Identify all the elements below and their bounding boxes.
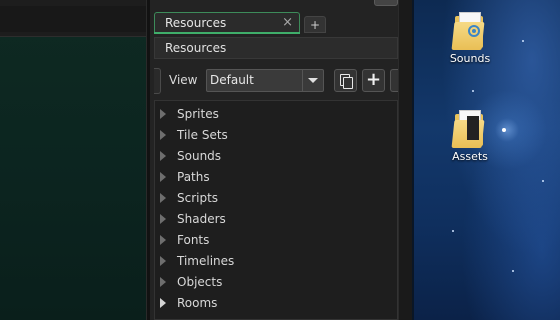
expand-arrow-icon[interactable] bbox=[160, 214, 166, 224]
tree-item-sounds[interactable]: Sounds bbox=[155, 146, 395, 167]
tree-item-label: Rooms bbox=[177, 296, 218, 310]
desktop-edge bbox=[412, 0, 414, 320]
tab-close-icon[interactable]: × bbox=[282, 15, 293, 30]
tree-item-label: Paths bbox=[177, 170, 210, 184]
folder-document-icon bbox=[451, 110, 487, 148]
desktop-icon-label: Assets bbox=[452, 150, 488, 163]
star-sparkle bbox=[512, 270, 514, 272]
resources-toolbar: View Default + bbox=[154, 66, 398, 96]
tree-item-objects[interactable]: Objects bbox=[155, 272, 395, 293]
tab-active-indicator bbox=[154, 32, 300, 34]
tree-item-label: Sprites bbox=[177, 107, 219, 121]
expand-arrow-icon[interactable] bbox=[160, 256, 166, 266]
star-sparkle bbox=[542, 180, 544, 182]
tree-item-shaders[interactable]: Shaders bbox=[155, 209, 395, 230]
tree-item-label: Fonts bbox=[177, 233, 210, 247]
tree-item-label: Tile Sets bbox=[177, 128, 228, 142]
expand-arrow-icon[interactable] bbox=[160, 151, 166, 161]
desktop-icon-sounds[interactable]: Sounds bbox=[435, 12, 505, 65]
resources-panel: Resources × + Resources View Default + S… bbox=[150, 0, 398, 320]
tab-resources-label: Resources bbox=[165, 16, 227, 30]
tree-item-label: Scripts bbox=[177, 191, 219, 205]
view-label: View bbox=[169, 73, 198, 87]
view-select-value: Default bbox=[210, 73, 254, 87]
expand-arrow-icon[interactable] bbox=[160, 193, 166, 203]
star-sparkle bbox=[522, 40, 524, 42]
expand-arrow-icon[interactable] bbox=[160, 298, 166, 308]
desktop-icon-assets[interactable]: Assets bbox=[435, 110, 505, 163]
add-resource-button[interactable]: + bbox=[362, 69, 385, 92]
resource-tree: Sprites Tile Sets Sounds Paths Scripts S… bbox=[154, 100, 398, 320]
panel-tabbar: Resources × + bbox=[150, 10, 398, 34]
tree-item-label: Timelines bbox=[177, 254, 235, 268]
star-sparkle bbox=[472, 90, 474, 92]
tree-item-tile-sets[interactable]: Tile Sets bbox=[155, 125, 395, 146]
expand-arrow-icon[interactable] bbox=[160, 277, 166, 287]
tab-resources[interactable]: Resources × bbox=[154, 12, 300, 34]
tree-item-sprites[interactable]: Sprites bbox=[155, 104, 395, 125]
tree-item-fonts[interactable]: Fonts bbox=[155, 230, 395, 251]
panel-header: Resources bbox=[154, 37, 398, 59]
tree-item-label: Sounds bbox=[177, 149, 222, 163]
desktop-icon-label: Sounds bbox=[449, 52, 491, 65]
tree-item-label: Shaders bbox=[177, 212, 226, 226]
star-sparkle bbox=[452, 230, 454, 232]
workspace-toolbar-inner bbox=[0, 6, 150, 32]
folder-audio-icon bbox=[451, 12, 487, 50]
view-select[interactable]: Default bbox=[206, 69, 324, 92]
chevron-down-icon[interactable] bbox=[302, 70, 323, 91]
expand-arrow-icon[interactable] bbox=[160, 172, 166, 182]
toolbar-left-button[interactable] bbox=[154, 68, 161, 94]
add-tab-button[interactable]: + bbox=[304, 16, 326, 33]
tree-item-rooms[interactable]: Rooms bbox=[155, 293, 395, 314]
tree-item-timelines[interactable]: Timelines bbox=[155, 251, 395, 272]
tree-item-paths[interactable]: Paths bbox=[155, 167, 395, 188]
more-tools-button[interactable] bbox=[390, 69, 398, 92]
panel-scrollbar[interactable] bbox=[398, 0, 413, 320]
window-corner-button[interactable] bbox=[374, 0, 398, 6]
panel-title: Resources bbox=[165, 41, 227, 55]
copy-button[interactable] bbox=[334, 69, 357, 92]
expand-arrow-icon[interactable] bbox=[160, 235, 166, 245]
expand-arrow-icon[interactable] bbox=[160, 109, 166, 119]
workspace-toolbar bbox=[0, 0, 150, 37]
desktop-background: Sounds Assets bbox=[412, 0, 560, 320]
workspace-area bbox=[0, 0, 150, 320]
tree-item-scripts[interactable]: Scripts bbox=[155, 188, 395, 209]
expand-arrow-icon[interactable] bbox=[160, 130, 166, 140]
tree-item-label: Objects bbox=[177, 275, 223, 289]
copy-icon bbox=[340, 74, 353, 89]
